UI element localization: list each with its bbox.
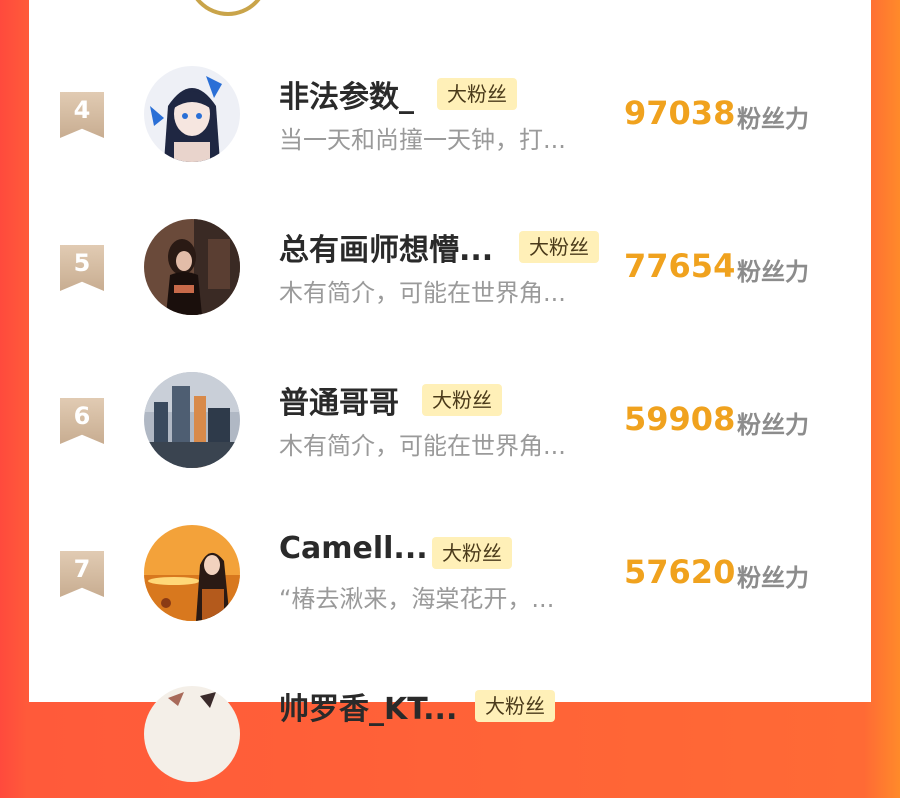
fan-score: 97038 <box>624 94 736 132</box>
avatar[interactable] <box>144 686 240 782</box>
list-item[interactable]: 7 Camell... 大粉丝 “椿去湫来，海棠花开，... 57620 粉丝力 <box>29 525 871 645</box>
list-item[interactable]: 帅罗香_KT... 大粉丝 <box>29 678 871 798</box>
avatar[interactable] <box>144 372 240 468</box>
user-name[interactable]: 总有画师想懵... <box>279 225 493 269</box>
user-bio: 当一天和尚撞一天钟，打... <box>279 126 566 154</box>
user-name[interactable]: 帅罗香_KT... <box>279 684 457 728</box>
rank-badge: 7 <box>60 551 104 597</box>
list-item[interactable]: 5 总有画师想懵... 大粉丝 木有简介，可能在世界角... 77654 粉丝力 <box>29 219 871 339</box>
user-name[interactable]: Camell... <box>279 531 428 566</box>
fan-level-badge: 大粉丝 <box>432 537 512 569</box>
ranking-panel: 4 非法参数_ 大粉丝 当一天和尚撞一天钟，打... 97038 粉丝力 5 总… <box>29 0 871 782</box>
avatar[interactable] <box>144 219 240 315</box>
fan-score-label: 粉丝力 <box>737 105 809 133</box>
user-name[interactable]: 普通哥哥 <box>279 378 399 422</box>
fan-score: 57620 <box>624 553 736 591</box>
fan-level-badge: 大粉丝 <box>422 384 502 416</box>
rank-badge: 5 <box>60 245 104 291</box>
fan-score: 77654 <box>624 247 736 285</box>
fan-level-badge: 大粉丝 <box>475 690 555 722</box>
top-avatar-ring <box>187 0 269 16</box>
rank-badge: 4 <box>60 92 104 138</box>
fan-score: 59908 <box>624 400 736 438</box>
user-name[interactable]: 非法参数_ <box>279 72 414 116</box>
fan-score-label: 粉丝力 <box>737 411 809 439</box>
user-bio: 木有简介，可能在世界角... <box>279 279 566 307</box>
list-item[interactable]: 4 非法参数_ 大粉丝 当一天和尚撞一天钟，打... 97038 粉丝力 <box>29 66 871 186</box>
rank-badge: 6 <box>60 398 104 444</box>
user-bio: 木有简介，可能在世界角... <box>279 432 566 460</box>
fan-score-label: 粉丝力 <box>737 258 809 286</box>
avatar[interactable] <box>144 525 240 621</box>
avatar[interactable] <box>144 66 240 162</box>
list-item[interactable]: 6 普通哥哥 大粉丝 木有简介，可能在世界角... 59908 粉丝力 <box>29 372 871 492</box>
fan-level-badge: 大粉丝 <box>437 78 517 110</box>
user-bio: “椿去湫来，海棠花开，... <box>279 585 555 613</box>
fan-level-badge: 大粉丝 <box>519 231 599 263</box>
fan-score-label: 粉丝力 <box>737 564 809 592</box>
